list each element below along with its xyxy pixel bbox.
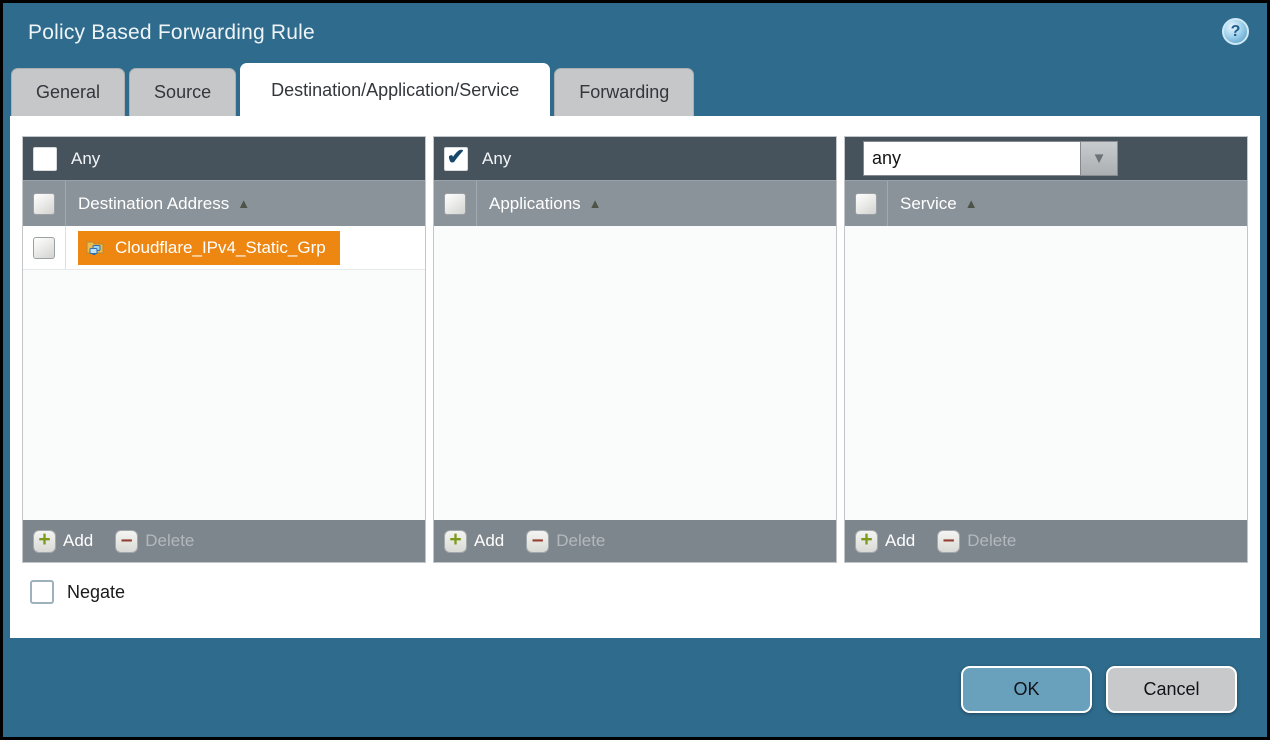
table-row: Cloudflare_IPv4_Static_Grp (23, 226, 425, 270)
destination-footer: + Add – Delete (23, 520, 425, 562)
address-group-icon (86, 239, 106, 256)
delete-icon: – (115, 530, 138, 553)
applications-footer: + Add – Delete (434, 520, 836, 562)
selector-columns: Any Destination Address ▲ (22, 136, 1248, 563)
service-footer: + Add – Delete (845, 520, 1247, 562)
add-button-label: Add (63, 531, 93, 551)
dialog-titlebar: Policy Based Forwarding Rule ? (3, 3, 1267, 63)
service-list (845, 226, 1247, 520)
add-button-label: Add (474, 531, 504, 551)
applications-header-label[interactable]: Applications (489, 194, 581, 214)
sort-asc-icon[interactable]: ▲ (237, 196, 250, 211)
ok-button[interactable]: OK (961, 666, 1092, 713)
negate-row: Negate (30, 580, 1248, 604)
delete-button-label: Delete (556, 531, 605, 551)
delete-button-label: Delete (967, 531, 1016, 551)
tab-forwarding[interactable]: Forwarding (554, 68, 694, 116)
destination-select-all-checkbox[interactable] (33, 193, 55, 215)
service-column-header: Service ▲ (845, 181, 1247, 226)
destination-delete-button[interactable]: – Delete (115, 530, 194, 553)
tab-destination-application-service[interactable]: Destination/Application/Service (240, 63, 550, 116)
applications-column-header: Applications ▲ (434, 181, 836, 226)
service-dropdown[interactable]: any ▼ (863, 141, 1118, 176)
delete-button-label: Delete (145, 531, 194, 551)
destination-item-checkbox[interactable] (33, 237, 55, 259)
applications-any-bar: ✔ Any (434, 137, 836, 181)
tab-general[interactable]: General (11, 68, 125, 116)
destination-any-bar: Any (23, 137, 425, 181)
dialog-buttons: OK Cancel (961, 666, 1237, 713)
tab-bar: General Source Destination/Application/S… (3, 63, 1267, 116)
help-icon[interactable]: ? (1222, 18, 1249, 45)
destination-header-label[interactable]: Destination Address (78, 194, 229, 214)
delete-icon: – (526, 530, 549, 553)
add-icon: + (444, 530, 467, 553)
delete-icon: – (937, 530, 960, 553)
applications-list (434, 226, 836, 520)
add-button-label: Add (885, 531, 915, 551)
destination-column-header: Destination Address ▲ (23, 181, 425, 226)
service-select-all-checkbox[interactable] (855, 193, 877, 215)
applications-select-all-checkbox[interactable] (444, 193, 466, 215)
sort-asc-icon[interactable]: ▲ (589, 196, 602, 211)
service-select-bar: any ▼ (845, 137, 1247, 181)
destination-item[interactable]: Cloudflare_IPv4_Static_Grp (78, 231, 340, 265)
sort-asc-icon[interactable]: ▲ (965, 196, 978, 211)
applications-add-button[interactable]: + Add (444, 530, 504, 553)
service-column: any ▼ Service ▲ + Add (844, 136, 1248, 563)
chevron-down-icon[interactable]: ▼ (1081, 141, 1118, 176)
destination-add-button[interactable]: + Add (33, 530, 93, 553)
destination-list: Cloudflare_IPv4_Static_Grp (23, 226, 425, 520)
destination-any-label: Any (71, 149, 100, 169)
applications-any-label: Any (482, 149, 511, 169)
add-icon: + (33, 530, 56, 553)
service-header-label[interactable]: Service (900, 194, 957, 214)
applications-column: ✔ Any Applications ▲ + Add (433, 136, 837, 563)
destination-any-checkbox[interactable] (33, 147, 57, 171)
cancel-button[interactable]: Cancel (1106, 666, 1237, 713)
applications-delete-button[interactable]: – Delete (526, 530, 605, 553)
destination-item-label: Cloudflare_IPv4_Static_Grp (115, 238, 326, 258)
destination-address-column: Any Destination Address ▲ (22, 136, 426, 563)
negate-checkbox[interactable] (30, 580, 54, 604)
applications-any-checkbox[interactable]: ✔ (444, 147, 468, 171)
service-delete-button[interactable]: – Delete (937, 530, 1016, 553)
add-icon: + (855, 530, 878, 553)
tab-source[interactable]: Source (129, 68, 236, 116)
service-add-button[interactable]: + Add (855, 530, 915, 553)
service-dropdown-value[interactable]: any (863, 141, 1081, 176)
tab-content: Any Destination Address ▲ (10, 116, 1260, 638)
negate-label: Negate (67, 582, 125, 603)
dialog-title: Policy Based Forwarding Rule (28, 21, 315, 45)
